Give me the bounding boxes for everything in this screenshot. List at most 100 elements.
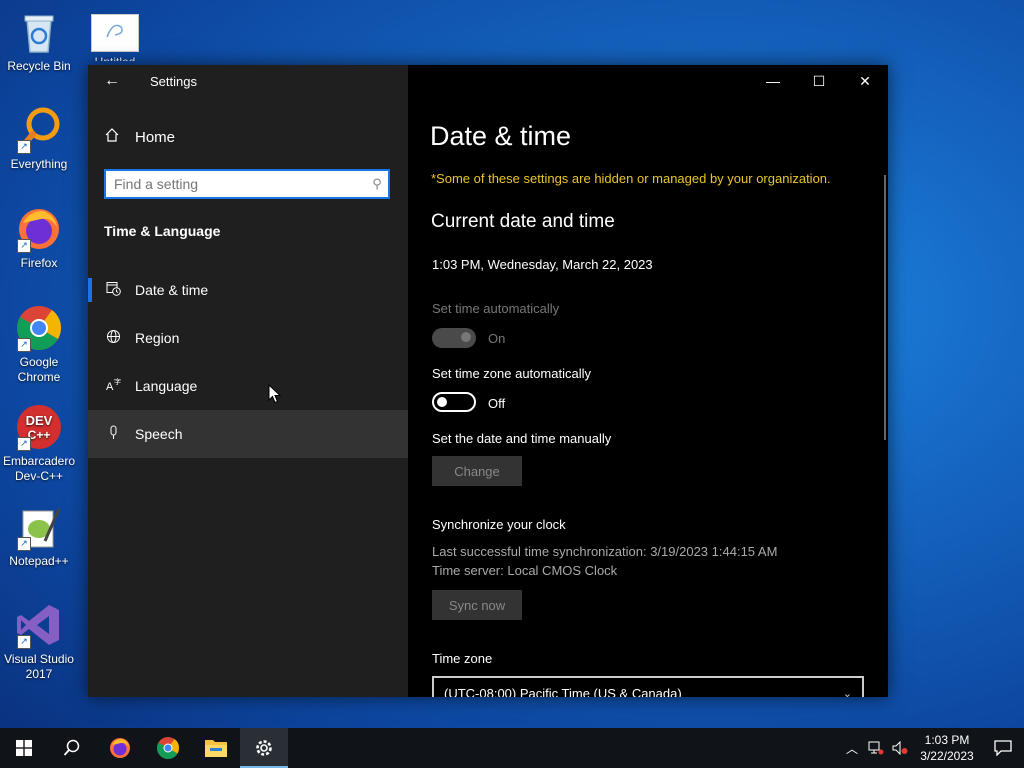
desktop-icon-chrome[interactable]: ↗ Google Chrome xyxy=(0,304,78,385)
shortcut-arrow-icon: ↗ xyxy=(17,140,31,154)
home-label: Home xyxy=(135,129,176,146)
sidebar-item-speech[interactable]: Speech xyxy=(88,410,408,458)
desktop-icon-label: Recycle Bin xyxy=(7,59,71,73)
sidebar-item-language[interactable]: A字 Language xyxy=(88,362,408,410)
folder-icon xyxy=(205,740,227,757)
desktop-icon-label: Notepad++ xyxy=(9,554,69,568)
page-title: Date & time xyxy=(430,121,572,151)
managed-notice: *Some of these settings are hidden or ma… xyxy=(431,171,831,186)
devcpp-icon: DEV C++ ↗ xyxy=(15,403,63,451)
close-button[interactable]: ✕ xyxy=(842,65,888,97)
show-hidden-icons-button[interactable]: ︿ xyxy=(840,728,864,768)
search-input[interactable] xyxy=(106,171,366,197)
svg-text:A: A xyxy=(106,381,114,392)
chevron-up-icon: ︿ xyxy=(845,741,858,756)
desktop-icon-untitled[interactable]: Untitled xyxy=(76,14,154,61)
minimize-button[interactable]: — xyxy=(750,65,796,97)
firefox-icon: ↗ xyxy=(15,205,63,253)
svg-text:字: 字 xyxy=(114,377,121,386)
desktop-icon-label: Untitled xyxy=(76,55,154,61)
home-nav-item[interactable]: Home xyxy=(104,127,175,148)
desktop-icon-label: Firefox xyxy=(20,256,58,270)
window-title: Settings xyxy=(150,73,197,89)
system-tray: ︿ 1:03 PM 3/22/2023 xyxy=(840,728,1024,768)
home-icon xyxy=(104,127,122,148)
set-time-auto-toggle[interactable] xyxy=(432,328,476,348)
chrome-icon: ↗ xyxy=(15,304,63,352)
svg-text:C++: C++ xyxy=(28,428,51,442)
globe-icon xyxy=(104,329,122,347)
time-zone-select[interactable]: (UTC-08:00) Pacific Time (US & Canada) ⌄ xyxy=(432,676,864,697)
chevron-down-icon: ⌄ xyxy=(842,687,852,698)
sync-heading: Synchronize your clock xyxy=(432,517,566,532)
time-zone-label: Time zone xyxy=(432,651,493,666)
shortcut-arrow-icon: ↗ xyxy=(17,338,31,352)
recycle-bin-icon xyxy=(15,8,63,56)
search-box: ⚲ xyxy=(104,169,390,199)
taskbar-settings[interactable] xyxy=(240,728,288,768)
shortcut-arrow-icon: ↗ xyxy=(17,437,31,451)
change-button[interactable]: Change xyxy=(432,456,522,486)
time-zone-value: (UTC-08:00) Pacific Time (US & Canada) xyxy=(444,685,682,698)
desktop-icon-notepadpp[interactable]: ↗ Notepad++ xyxy=(0,503,78,569)
image-file-icon xyxy=(91,14,139,52)
search-icon[interactable]: ⚲ xyxy=(366,176,388,192)
set-time-auto-label: Set time automatically xyxy=(432,301,560,316)
taskbar-firefox[interactable] xyxy=(96,728,144,768)
notification-icon xyxy=(994,740,1012,756)
section-heading: Current date and time xyxy=(431,211,615,232)
sidebar-item-region[interactable]: Region xyxy=(88,314,408,362)
taskbar-clock[interactable]: 1:03 PM 3/22/2023 xyxy=(912,732,982,764)
search-button[interactable] xyxy=(48,728,96,768)
desktop-icon-label: Google Chrome xyxy=(17,355,61,384)
taskbar: ︿ 1:03 PM 3/22/2023 xyxy=(0,728,1024,768)
set-tz-auto-toggle[interactable] xyxy=(432,392,476,412)
window-controls: — ☐ ✕ xyxy=(750,65,888,97)
clock-time: 1:03 PM xyxy=(924,733,970,747)
shortcut-arrow-icon: ↗ xyxy=(17,537,31,551)
visual-studio-icon: ↗ xyxy=(15,601,63,649)
start-button[interactable] xyxy=(0,728,48,768)
firefox-icon xyxy=(110,738,130,758)
desktop-icon-visual-studio[interactable]: ↗ Visual Studio 2017 xyxy=(0,601,78,682)
taskbar-file-explorer[interactable] xyxy=(192,728,240,768)
volume-muted-icon[interactable] xyxy=(888,728,912,768)
set-tz-auto-state: Off xyxy=(488,396,506,411)
back-button[interactable]: ← xyxy=(88,65,136,97)
desktop-icon-firefox[interactable]: ↗ Firefox xyxy=(0,205,78,271)
set-time-auto-state: On xyxy=(488,331,506,346)
settings-sidebar: ← Settings Home ⚲ Time & Language Date &… xyxy=(88,65,408,697)
desktop-icon-label: Visual Studio 2017 xyxy=(4,652,74,681)
toggle-knob xyxy=(461,332,471,342)
windows-logo-icon xyxy=(16,740,32,756)
calendar-clock-icon xyxy=(104,281,122,299)
sidebar-item-label: Language xyxy=(135,378,198,394)
sidebar-item-label: Date & time xyxy=(135,282,209,298)
desktop-icon-label: Everything xyxy=(10,157,68,171)
section-title: Time & Language xyxy=(104,223,221,239)
action-center-button[interactable] xyxy=(982,728,1024,768)
toggle-knob xyxy=(437,397,447,407)
sidebar-item-label: Region xyxy=(135,330,180,346)
network-icon[interactable] xyxy=(864,728,888,768)
language-icon: A字 xyxy=(104,377,122,395)
time-server-text: Time server: Local CMOS Clock xyxy=(432,563,618,578)
maximize-button[interactable]: ☐ xyxy=(796,65,842,97)
desktop-icon-devcpp[interactable]: DEV C++ ↗ Embarcadero Dev-C++ xyxy=(0,403,78,484)
notepadpp-icon: ↗ xyxy=(15,503,63,551)
settings-content: — ☐ ✕ Date & time *Some of these setting… xyxy=(408,65,888,697)
desktop-icon-recycle-bin[interactable]: Recycle Bin xyxy=(0,8,78,74)
search-icon xyxy=(63,739,80,756)
clock-date: 3/22/2023 xyxy=(920,749,974,763)
sidebar-item-date-time[interactable]: Date & time xyxy=(88,266,408,314)
desktop-icon-label: Embarcadero Dev-C++ xyxy=(2,454,76,483)
desktop-icon-everything[interactable]: ↗ Everything xyxy=(0,106,78,172)
gear-icon xyxy=(256,740,272,756)
microphone-icon xyxy=(104,425,122,443)
chrome-icon xyxy=(157,737,180,759)
last-sync-text: Last successful time synchronization: 3/… xyxy=(432,544,778,559)
scrollbar[interactable] xyxy=(884,175,886,440)
taskbar-chrome[interactable] xyxy=(144,728,192,768)
settings-window: ← Settings Home ⚲ Time & Language Date &… xyxy=(88,65,888,697)
sync-now-button[interactable]: Sync now xyxy=(432,590,522,620)
